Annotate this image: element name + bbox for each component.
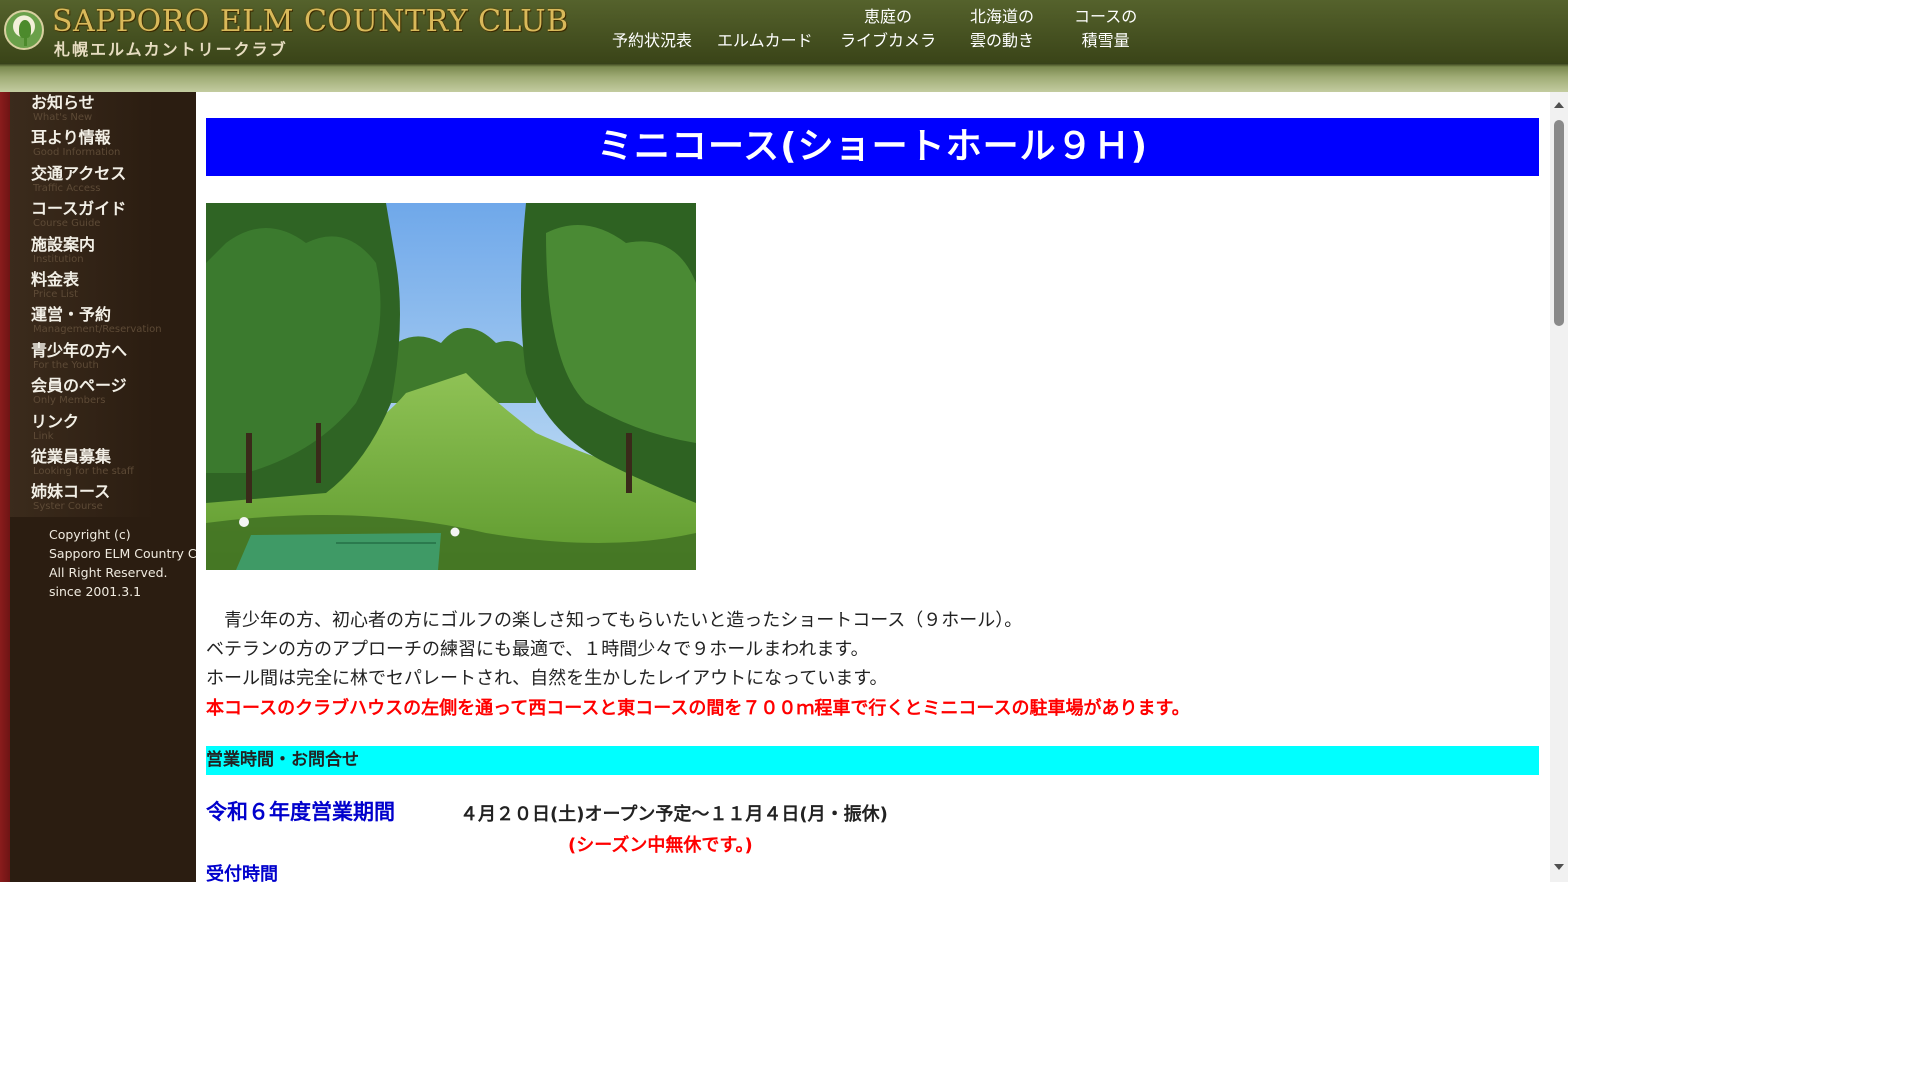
site-logo-title[interactable]: SAPPORO ELM COUNTRY CLUB (52, 4, 569, 39)
intro-line-2: ベテランの方のアプローチの練習にも最適で、１時間少々で９ホールまわれます。 (206, 639, 869, 660)
sidebar-item-label: コースガイド (31, 199, 127, 219)
copyright-line: All Right Reserved. (49, 565, 168, 580)
sidebar-item-sublabel: Price List (33, 288, 79, 300)
nav-reservation-status[interactable]: 予約状況表 (612, 29, 692, 81)
sidebar-item-price-list[interactable]: 料金表 Price List (10, 268, 190, 305)
season-no-holiday-note: (シーズン中無休です。) (568, 835, 753, 856)
intro-line-1: 青少年の方、初心者の方にゴルフの楽しさ知ってもらいたいと造ったショートコース（９… (206, 610, 1023, 631)
copyright-line: Sapporo ELM Country Club (49, 546, 196, 561)
sidebar-item-news[interactable]: お知らせ What's New (10, 92, 190, 128)
sidebar-item-for-the-youth[interactable]: 青少年の方へ For the Youth (10, 339, 190, 376)
scroll-down-arrow-icon[interactable] (1550, 858, 1568, 876)
nav-reservation-status-label: 予約状況表 (612, 31, 693, 50)
copyright-line: Copyright (c) (49, 527, 131, 542)
nav-course-snowfall-line1: コースの (1074, 7, 1138, 26)
vertical-scrollbar[interactable] (1550, 92, 1568, 882)
sidebar-item-label: 運営・予約 (31, 305, 112, 325)
sidebar-item-sublabel: Institution (33, 253, 84, 265)
sidebar-item-management-reservation[interactable]: 運営・予約 Management/Reservation (10, 304, 190, 340)
sidebar-item-sublabel: Good Information (33, 147, 121, 159)
nav-eniwa-live-camera-line1: 恵庭の (864, 7, 913, 26)
page-title: ミニコース(ショートホール９Ｈ) (206, 118, 1539, 176)
nav-eniwa-live-camera-line2: ライブカメラ (840, 31, 937, 50)
sidebar-item-sister-course[interactable]: 姉妹コース Syster Course (10, 481, 190, 517)
sidebar-item-sublabel: Only Members (33, 395, 106, 407)
sidebar-item-label: お知らせ (31, 93, 95, 112)
intro-directions-note: 本コースのクラブハウスの左側を通って西コースと東コースの間を７００ｍ程車で行くと… (206, 698, 1190, 719)
sidebar-item-label: 交通アクセス (31, 163, 127, 183)
nav-course-snowfall-line2: 積雪量 (1081, 31, 1130, 50)
nav-elm-card[interactable]: エルムカード (717, 29, 813, 81)
copyright-line: since 2001.3.1 (49, 584, 142, 599)
sidebar-item-sublabel: Link (33, 430, 54, 442)
nav-course-snowfall[interactable]: コースの 積雪量 (1074, 5, 1137, 57)
sidebar-item-label: 施設案内 (31, 234, 96, 254)
elm-leaf-emblem-icon[interactable] (4, 10, 44, 50)
copyright-notice: Copyright (c) Sapporo ELM Country Club A… (49, 525, 196, 601)
season-period-dates: ４月２０日(土)オープン予定～１１月４日(月・振休) (460, 804, 888, 825)
sidebar-item-label: 従業員募集 (31, 446, 112, 466)
sidebar-item-only-members[interactable]: 会員のページ Only Members (10, 375, 190, 411)
emblem-stem-shape (24, 36, 27, 46)
site-header: SAPPORO ELM COUNTRY CLUB 札幌エルムカントリークラブ 予… (0, 0, 1568, 92)
sidebar-item-label: 耳より情報 (31, 128, 111, 148)
sidebar-item-label: 姉妹コース (31, 482, 111, 502)
sidebar-menu: お知らせ What's New 耳より情報 Good Information 交… (10, 92, 190, 517)
sidebar-item-sublabel: Syster Course (33, 501, 103, 513)
sidebar-item-label: 料金表 (31, 269, 80, 289)
sidebar-item-sublabel: Course Guide (33, 218, 101, 230)
sidebar-item-link[interactable]: リンク Link (10, 410, 190, 446)
sidebar-item-label: リンク (31, 411, 80, 431)
sidebar-item-sublabel: What's New (33, 112, 93, 123)
nav-hokkaido-clouds[interactable]: 北海道の 雲の動き (970, 5, 1034, 57)
sidebar-item-label: 会員のページ (31, 376, 127, 396)
sidebar-item-traffic-access[interactable]: 交通アクセス Traffic Access (10, 162, 190, 199)
sidebar-item-label: 青少年の方へ (31, 340, 128, 360)
mini-course-photo (206, 203, 696, 570)
hours-contact-header: 営業時間・お問合せ (206, 746, 1539, 775)
intro-line-3: ホール間は完全に林でセパレートされ、自然を生かしたレイアウトになっています。 (206, 668, 888, 689)
sidebar-item-institution[interactable]: 施設案内 Institution (10, 233, 190, 269)
sidebar-item-staff-recruiting[interactable]: 従業員募集 Looking for the staff (10, 445, 190, 482)
nav-hokkaido-clouds-line1: 北海道の (970, 7, 1035, 26)
sidebar-item-sublabel: Looking for the staff (33, 465, 134, 477)
sidebar-item-good-information[interactable]: 耳より情報 Good Information (10, 127, 190, 163)
nav-eniwa-live-camera[interactable]: 恵庭の ライブカメラ (840, 5, 936, 57)
nav-hokkaido-clouds-line2: 雲の動き (970, 31, 1035, 50)
sidebar: お知らせ What's New 耳より情報 Good Information 交… (0, 92, 196, 882)
scrollbar-thumb[interactable] (1554, 120, 1564, 326)
sidebar-item-sublabel: Management/Reservation (33, 324, 162, 336)
scroll-up-arrow-icon[interactable] (1550, 96, 1568, 114)
main-content: ミニコース(ショートホール９Ｈ) 青少年の方、初心者の方にゴルフの楽しさ知っても… (196, 92, 1550, 882)
sidebar-item-course-guide[interactable]: コースガイド Course Guide (10, 198, 190, 234)
nav-elm-card-label: エルムカード (717, 31, 813, 50)
sidebar-item-sublabel: Traffic Access (33, 182, 101, 194)
site-logo-subtitle: 札幌エルムカントリークラブ (54, 40, 288, 59)
sidebar-red-stripe (0, 92, 10, 882)
season-period-label: 令和６年度営業期間 (206, 800, 395, 824)
sidebar-item-sublabel: For the Youth (33, 359, 99, 371)
reception-hours-label: 受付時間 (206, 864, 278, 882)
